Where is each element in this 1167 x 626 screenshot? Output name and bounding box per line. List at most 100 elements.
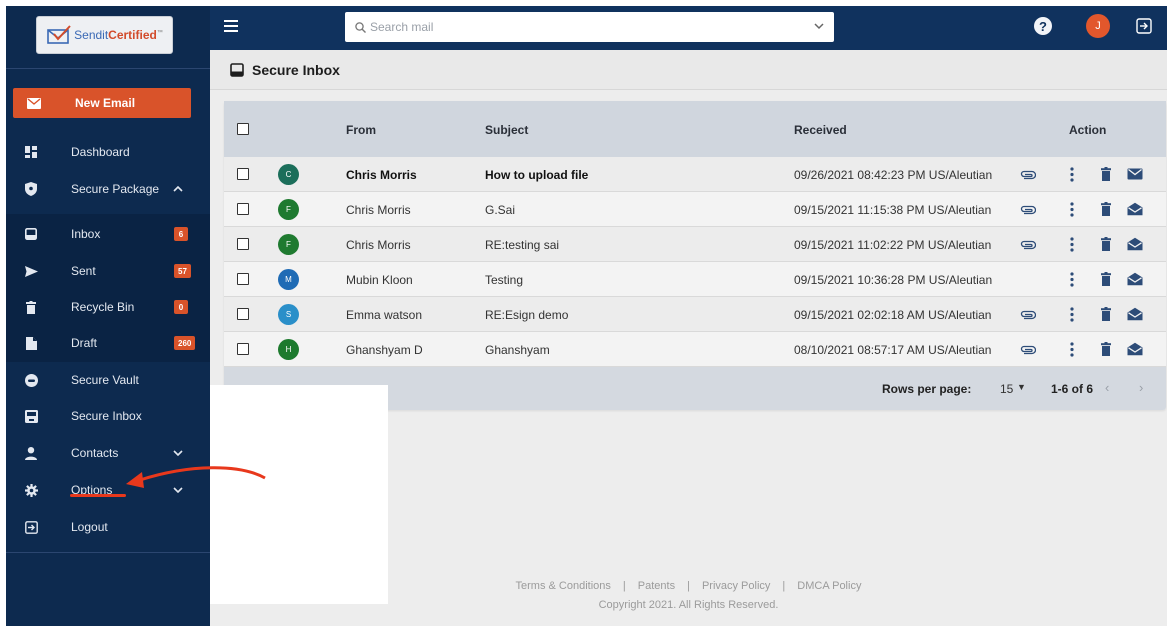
column-header-action: Action bbox=[1069, 123, 1107, 137]
table-row[interactable]: F Chris Morris RE:testing sai 09/15/2021… bbox=[224, 227, 1166, 262]
table-row[interactable]: M Mubin Kloon Testing 09/15/2021 10:36:2… bbox=[224, 262, 1166, 297]
row-checkbox[interactable] bbox=[237, 238, 249, 250]
delete-icon[interactable] bbox=[1101, 237, 1111, 251]
sidebar-item-dashboard[interactable]: Dashboard bbox=[6, 134, 210, 170]
search-input[interactable] bbox=[370, 20, 810, 34]
attachment-icon[interactable] bbox=[1020, 205, 1036, 215]
sidebar-item-secure-inbox[interactable]: Secure Inbox bbox=[6, 398, 210, 434]
sidebar-item-logout[interactable]: Logout bbox=[6, 509, 210, 545]
footer-separator: | bbox=[622, 580, 626, 592]
more-options-icon[interactable] bbox=[1070, 167, 1074, 182]
delete-icon[interactable] bbox=[1101, 202, 1111, 216]
attachment-icon[interactable] bbox=[1020, 310, 1036, 320]
dmca-link[interactable]: DMCA Policy bbox=[797, 580, 861, 592]
column-header-subject[interactable]: Subject bbox=[485, 123, 528, 137]
mark-as-unread-open-envelope-icon[interactable] bbox=[1127, 237, 1143, 251]
sidebar-item-secure-package[interactable]: Secure Package bbox=[6, 171, 210, 207]
email-subject[interactable]: RE:Esign demo bbox=[485, 308, 568, 322]
email-subject[interactable]: Testing bbox=[485, 273, 523, 287]
attachment-icon[interactable] bbox=[1020, 240, 1036, 250]
chevron-down-icon[interactable] bbox=[173, 484, 183, 496]
delete-icon[interactable] bbox=[1101, 272, 1111, 286]
new-email-button[interactable]: New Email bbox=[13, 88, 191, 118]
sidebar-item-sent[interactable]: Sent 57 bbox=[6, 253, 210, 289]
column-header-received[interactable]: Received bbox=[794, 123, 847, 137]
sender-avatar: F bbox=[278, 199, 299, 220]
mark-as-read-envelope-icon[interactable] bbox=[1127, 167, 1143, 181]
sidebar-item-label: Secure Inbox bbox=[71, 409, 142, 423]
envelope-icon bbox=[27, 97, 47, 109]
blank-overlay bbox=[210, 385, 388, 604]
row-checkbox[interactable] bbox=[237, 273, 249, 285]
terms-link[interactable]: Terms & Conditions bbox=[516, 580, 611, 592]
mark-as-unread-open-envelope-icon[interactable] bbox=[1127, 202, 1143, 216]
chevron-up-icon[interactable] bbox=[173, 183, 183, 195]
next-page-button[interactable]: › bbox=[1139, 380, 1143, 395]
delete-icon[interactable] bbox=[1101, 342, 1111, 356]
delete-icon[interactable] bbox=[1101, 167, 1111, 181]
mark-as-unread-open-envelope-icon[interactable] bbox=[1127, 272, 1143, 286]
pagination-range: 1-6 of 6 bbox=[1051, 382, 1094, 396]
privacy-link[interactable]: Privacy Policy bbox=[702, 580, 770, 592]
logout-icon[interactable] bbox=[1136, 18, 1152, 34]
patents-link[interactable]: Patents bbox=[638, 580, 675, 592]
table-row[interactable]: H Ghanshyam D Ghanshyam 08/10/2021 08:57… bbox=[224, 332, 1166, 367]
received-date: 08/10/2021 08:57:17 AM US/Aleutian bbox=[794, 343, 992, 357]
search-bar[interactable] bbox=[345, 12, 834, 42]
sidebar-item-contacts[interactable]: Contacts bbox=[6, 435, 210, 471]
row-checkbox[interactable] bbox=[237, 308, 249, 320]
attachment-icon[interactable] bbox=[1020, 170, 1036, 180]
email-subject[interactable]: How to upload file bbox=[485, 168, 588, 182]
unread-count-badge: 6 bbox=[174, 227, 188, 241]
footer-links: Terms & Conditions | Patents | Privacy Polic… bbox=[210, 580, 1167, 592]
sender-name: Chris Morris bbox=[346, 203, 411, 217]
previous-page-button[interactable]: ‹ bbox=[1105, 380, 1109, 395]
more-options-icon[interactable] bbox=[1070, 342, 1074, 357]
sidebar-item-label: Draft bbox=[71, 336, 98, 350]
sidebar-item-draft[interactable]: Draft 260 bbox=[6, 325, 210, 361]
more-options-icon[interactable] bbox=[1070, 202, 1074, 217]
row-checkbox[interactable] bbox=[237, 168, 249, 180]
caret-down-icon[interactable]: ▼ bbox=[1017, 382, 1026, 392]
hamburger-menu-icon[interactable] bbox=[224, 20, 238, 32]
help-button[interactable]: ? bbox=[1034, 17, 1052, 35]
table-row[interactable]: C Chris Morris How to upload file 09/26/… bbox=[224, 157, 1166, 192]
attachment-icon[interactable] bbox=[1020, 345, 1036, 355]
row-checkbox[interactable] bbox=[237, 203, 249, 215]
rows-per-page-select[interactable]: 15 bbox=[1000, 382, 1013, 396]
sidebar-item-options[interactable]: Options bbox=[6, 472, 210, 508]
sidebar-item-label: Secure Vault bbox=[71, 373, 139, 387]
email-subject[interactable]: Ghanshyam bbox=[485, 343, 550, 357]
received-date: 09/15/2021 10:36:28 PM US/Aleutian bbox=[794, 273, 993, 287]
select-all-checkbox[interactable] bbox=[237, 123, 249, 135]
sidebar-divider bbox=[6, 552, 210, 553]
sender-name: Chris Morris bbox=[346, 238, 411, 252]
chevron-down-icon[interactable] bbox=[173, 447, 183, 459]
chevron-down-icon[interactable] bbox=[814, 22, 824, 30]
mark-as-unread-open-envelope-icon[interactable] bbox=[1127, 307, 1143, 321]
email-subject[interactable]: RE:testing sai bbox=[485, 238, 559, 252]
table-row[interactable]: S Emma watson RE:Esign demo 09/15/2021 0… bbox=[224, 297, 1166, 332]
sidebar-item-inbox[interactable]: Inbox 6 bbox=[6, 216, 210, 252]
more-options-icon[interactable] bbox=[1070, 272, 1074, 287]
row-checkbox[interactable] bbox=[237, 343, 249, 355]
vault-icon bbox=[24, 373, 38, 387]
table-row[interactable]: F Chris Morris G.Sai 09/15/2021 11:15:38… bbox=[224, 192, 1166, 227]
sender-avatar: H bbox=[278, 339, 299, 360]
top-bar: ? J bbox=[210, 6, 1167, 50]
column-header-from[interactable]: From bbox=[346, 123, 376, 137]
delete-icon[interactable] bbox=[1101, 307, 1111, 321]
person-icon bbox=[24, 446, 38, 460]
more-options-icon[interactable] bbox=[1070, 307, 1074, 322]
new-email-label: New Email bbox=[75, 96, 136, 110]
email-subject[interactable]: G.Sai bbox=[485, 203, 515, 217]
gear-icon bbox=[24, 483, 38, 497]
sidebar-item-secure-vault[interactable]: Secure Vault bbox=[6, 362, 210, 398]
mark-as-unread-open-envelope-icon[interactable] bbox=[1127, 342, 1143, 356]
sidebar-item-recycle-bin[interactable]: Recycle Bin 0 bbox=[6, 289, 210, 325]
app-logo[interactable]: SenditCertified™ bbox=[36, 16, 173, 54]
more-options-icon[interactable] bbox=[1070, 237, 1074, 252]
sender-avatar: S bbox=[278, 304, 299, 325]
logo-text: SenditCertified™ bbox=[74, 28, 163, 42]
user-avatar[interactable]: J bbox=[1086, 14, 1110, 38]
